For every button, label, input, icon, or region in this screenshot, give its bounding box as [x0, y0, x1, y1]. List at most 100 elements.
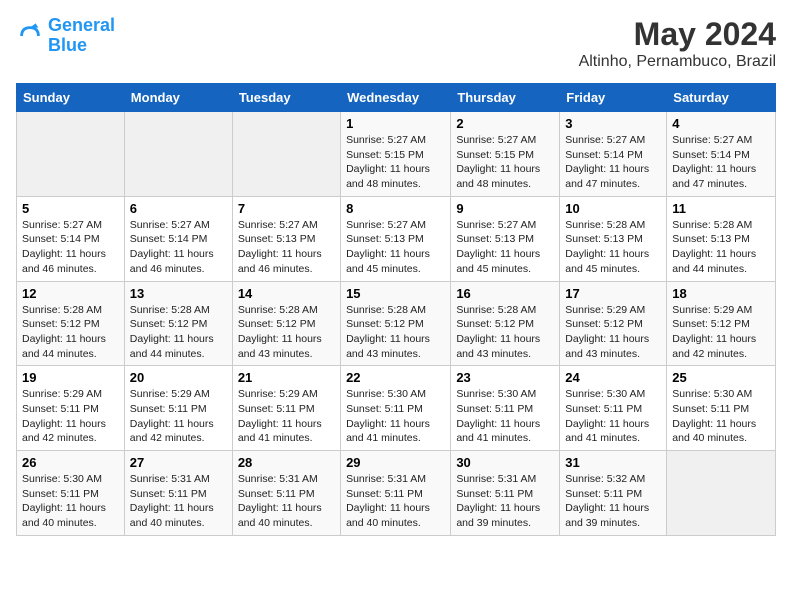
- day-number: 16: [456, 286, 554, 301]
- day-number: 15: [346, 286, 445, 301]
- day-number: 22: [346, 370, 445, 385]
- calendar-cell: 20 Sunrise: 5:29 AM Sunset: 5:11 PM Dayli…: [124, 366, 232, 451]
- calendar-cell: 2 Sunrise: 5:27 AM Sunset: 5:15 PM Daylig…: [451, 112, 560, 197]
- day-number: 20: [130, 370, 227, 385]
- logo-text: General Blue: [48, 16, 115, 56]
- day-number: 18: [672, 286, 770, 301]
- day-number: 24: [565, 370, 661, 385]
- day-number: 6: [130, 201, 227, 216]
- calendar-cell: 16 Sunrise: 5:28 AM Sunset: 5:12 PM Dayli…: [451, 281, 560, 366]
- calendar-cell: 22 Sunrise: 5:30 AM Sunset: 5:11 PM Dayli…: [341, 366, 451, 451]
- subtitle: Altinho, Pernambuco, Brazil: [579, 53, 776, 71]
- day-info: Sunrise: 5:27 AM Sunset: 5:14 PM Dayligh…: [565, 133, 661, 192]
- logo-line2: Blue: [48, 35, 87, 55]
- day-info: Sunrise: 5:31 AM Sunset: 5:11 PM Dayligh…: [130, 472, 227, 531]
- day-number: 11: [672, 201, 770, 216]
- day-info: Sunrise: 5:28 AM Sunset: 5:13 PM Dayligh…: [672, 218, 770, 277]
- calendar-cell: 14 Sunrise: 5:28 AM Sunset: 5:12 PM Dayli…: [232, 281, 340, 366]
- day-info: Sunrise: 5:31 AM Sunset: 5:11 PM Dayligh…: [238, 472, 335, 531]
- day-info: Sunrise: 5:31 AM Sunset: 5:11 PM Dayligh…: [346, 472, 445, 531]
- calendar-cell: 10 Sunrise: 5:28 AM Sunset: 5:13 PM Dayli…: [560, 196, 667, 281]
- calendar-cell: 31 Sunrise: 5:32 AM Sunset: 5:11 PM Dayli…: [560, 451, 667, 536]
- calendar-week-4: 19 Sunrise: 5:29 AM Sunset: 5:11 PM Dayli…: [17, 366, 776, 451]
- day-number: 1: [346, 116, 445, 131]
- calendar-cell: 13 Sunrise: 5:28 AM Sunset: 5:12 PM Dayli…: [124, 281, 232, 366]
- day-header-wednesday: Wednesday: [341, 84, 451, 112]
- calendar-cell: 30 Sunrise: 5:31 AM Sunset: 5:11 PM Dayli…: [451, 451, 560, 536]
- day-number: 31: [565, 455, 661, 470]
- day-number: 3: [565, 116, 661, 131]
- calendar-body: 1 Sunrise: 5:27 AM Sunset: 5:15 PM Daylig…: [17, 112, 776, 536]
- day-info: Sunrise: 5:28 AM Sunset: 5:12 PM Dayligh…: [346, 303, 445, 362]
- day-number: 10: [565, 201, 661, 216]
- day-header-thursday: Thursday: [451, 84, 560, 112]
- day-info: Sunrise: 5:31 AM Sunset: 5:11 PM Dayligh…: [456, 472, 554, 531]
- day-number: 21: [238, 370, 335, 385]
- day-info: Sunrise: 5:29 AM Sunset: 5:12 PM Dayligh…: [565, 303, 661, 362]
- day-info: Sunrise: 5:27 AM Sunset: 5:15 PM Dayligh…: [346, 133, 445, 192]
- day-info: Sunrise: 5:28 AM Sunset: 5:12 PM Dayligh…: [456, 303, 554, 362]
- day-info: Sunrise: 5:27 AM Sunset: 5:13 PM Dayligh…: [238, 218, 335, 277]
- calendar-cell: 24 Sunrise: 5:30 AM Sunset: 5:11 PM Dayli…: [560, 366, 667, 451]
- day-number: 14: [238, 286, 335, 301]
- day-number: 25: [672, 370, 770, 385]
- calendar-cell: 15 Sunrise: 5:28 AM Sunset: 5:12 PM Dayli…: [341, 281, 451, 366]
- day-header-saturday: Saturday: [667, 84, 776, 112]
- calendar-cell: [17, 112, 125, 197]
- day-info: Sunrise: 5:27 AM Sunset: 5:14 PM Dayligh…: [130, 218, 227, 277]
- day-number: 8: [346, 201, 445, 216]
- calendar-cell: 25Sunrise: 5:30 AM Sunset: 5:11 PM Dayli…: [667, 366, 776, 451]
- calendar-cell: 23 Sunrise: 5:30 AM Sunset: 5:11 PM Dayli…: [451, 366, 560, 451]
- calendar-cell: 26Sunrise: 5:30 AM Sunset: 5:11 PM Dayli…: [17, 451, 125, 536]
- day-info: Sunrise: 5:29 AM Sunset: 5:11 PM Dayligh…: [238, 387, 335, 446]
- calendar-cell: 6 Sunrise: 5:27 AM Sunset: 5:14 PM Daylig…: [124, 196, 232, 281]
- day-info: Sunrise: 5:29 AM Sunset: 5:11 PM Dayligh…: [130, 387, 227, 446]
- day-number: 19: [22, 370, 119, 385]
- day-info: Sunrise: 5:27 AM Sunset: 5:15 PM Dayligh…: [456, 133, 554, 192]
- day-header-sunday: Sunday: [17, 84, 125, 112]
- day-number: 30: [456, 455, 554, 470]
- day-number: 13: [130, 286, 227, 301]
- logo-line1: General: [48, 15, 115, 35]
- day-info: Sunrise: 5:27 AM Sunset: 5:13 PM Dayligh…: [456, 218, 554, 277]
- calendar-week-5: 26Sunrise: 5:30 AM Sunset: 5:11 PM Dayli…: [17, 451, 776, 536]
- day-info: Sunrise: 5:29 AM Sunset: 5:11 PM Dayligh…: [22, 387, 119, 446]
- calendar-week-1: 1 Sunrise: 5:27 AM Sunset: 5:15 PM Daylig…: [17, 112, 776, 197]
- calendar-cell: 28Sunrise: 5:31 AM Sunset: 5:11 PM Dayli…: [232, 451, 340, 536]
- day-number: 2: [456, 116, 554, 131]
- day-info: Sunrise: 5:29 AM Sunset: 5:12 PM Dayligh…: [672, 303, 770, 362]
- day-number: 7: [238, 201, 335, 216]
- calendar-cell: 5Sunrise: 5:27 AM Sunset: 5:14 PM Daylig…: [17, 196, 125, 281]
- day-number: 17: [565, 286, 661, 301]
- day-info: Sunrise: 5:30 AM Sunset: 5:11 PM Dayligh…: [22, 472, 119, 531]
- title-block: May 2024 Altinho, Pernambuco, Brazil: [579, 16, 776, 71]
- calendar-cell: 7 Sunrise: 5:27 AM Sunset: 5:13 PM Daylig…: [232, 196, 340, 281]
- day-info: Sunrise: 5:30 AM Sunset: 5:11 PM Dayligh…: [565, 387, 661, 446]
- calendar-cell: 1 Sunrise: 5:27 AM Sunset: 5:15 PM Daylig…: [341, 112, 451, 197]
- day-info: Sunrise: 5:32 AM Sunset: 5:11 PM Dayligh…: [565, 472, 661, 531]
- calendar-cell: 12Sunrise: 5:28 AM Sunset: 5:12 PM Dayli…: [17, 281, 125, 366]
- calendar-cell: [667, 451, 776, 536]
- calendar-cell: 27Sunrise: 5:31 AM Sunset: 5:11 PM Dayli…: [124, 451, 232, 536]
- day-info: Sunrise: 5:28 AM Sunset: 5:12 PM Dayligh…: [130, 303, 227, 362]
- calendar-header-row: SundayMondayTuesdayWednesdayThursdayFrid…: [17, 84, 776, 112]
- logo-icon: [16, 22, 44, 50]
- day-info: Sunrise: 5:30 AM Sunset: 5:11 PM Dayligh…: [456, 387, 554, 446]
- day-info: Sunrise: 5:27 AM Sunset: 5:14 PM Dayligh…: [672, 133, 770, 192]
- calendar-cell: 21 Sunrise: 5:29 AM Sunset: 5:11 PM Dayli…: [232, 366, 340, 451]
- day-info: Sunrise: 5:28 AM Sunset: 5:12 PM Dayligh…: [238, 303, 335, 362]
- day-info: Sunrise: 5:28 AM Sunset: 5:13 PM Dayligh…: [565, 218, 661, 277]
- calendar-cell: 4 Sunrise: 5:27 AM Sunset: 5:14 PM Daylig…: [667, 112, 776, 197]
- day-info: Sunrise: 5:27 AM Sunset: 5:14 PM Dayligh…: [22, 218, 119, 277]
- calendar-cell: [124, 112, 232, 197]
- calendar-cell: 18 Sunrise: 5:29 AM Sunset: 5:12 PM Dayli…: [667, 281, 776, 366]
- day-header-monday: Monday: [124, 84, 232, 112]
- calendar-cell: 8Sunrise: 5:27 AM Sunset: 5:13 PM Daylig…: [341, 196, 451, 281]
- day-header-friday: Friday: [560, 84, 667, 112]
- day-number: 9: [456, 201, 554, 216]
- calendar-cell: 3 Sunrise: 5:27 AM Sunset: 5:14 PM Daylig…: [560, 112, 667, 197]
- day-number: 4: [672, 116, 770, 131]
- day-info: Sunrise: 5:30 AM Sunset: 5:11 PM Dayligh…: [346, 387, 445, 446]
- calendar-week-2: 5Sunrise: 5:27 AM Sunset: 5:14 PM Daylig…: [17, 196, 776, 281]
- day-number: 23: [456, 370, 554, 385]
